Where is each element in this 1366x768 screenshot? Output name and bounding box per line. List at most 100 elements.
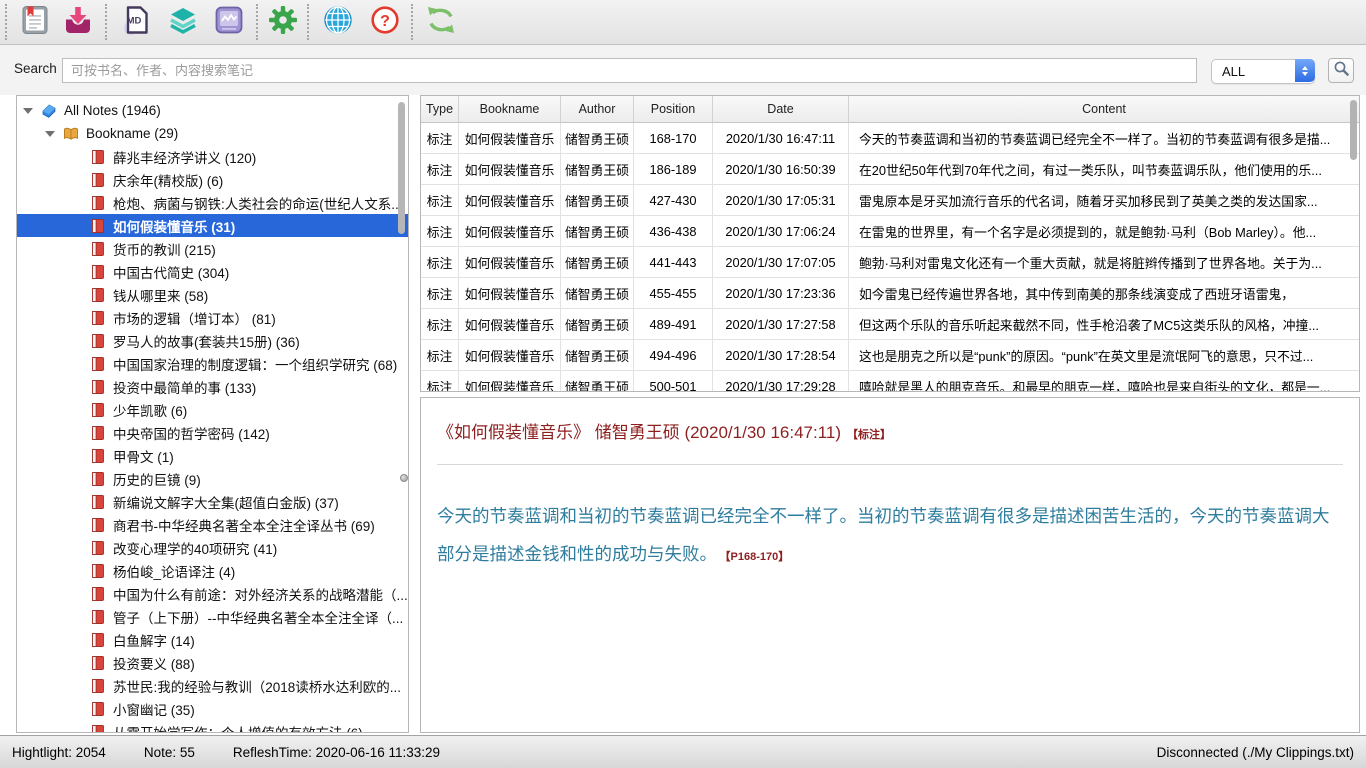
table-row[interactable]: 标注 如何假装懂音乐 储智勇王硕 186-189 2020/1/30 16:50…: [421, 154, 1359, 185]
table-row[interactable]: 标注 如何假装懂音乐 储智勇王硕 455-455 2020/1/30 17:23…: [421, 278, 1359, 309]
book-label: 管子（上下册）--中华经典名著全本全注全译（...: [113, 607, 403, 627]
table-row[interactable]: 标注 如何假装懂音乐 储智勇王硕 427-430 2020/1/30 17:05…: [421, 185, 1359, 216]
cell-author: 储智勇王硕: [561, 340, 634, 370]
sidebar-book-item[interactable]: 枪炮、病菌与钢铁:人类社会的命运(世纪人文系...: [17, 191, 408, 214]
table-row[interactable]: 标注 如何假装懂音乐 储智勇王硕 436-438 2020/1/30 17:06…: [421, 216, 1359, 247]
status-highlight-count: Hightlight: 2054: [12, 745, 106, 760]
sidebar-item-bookname-group[interactable]: Bookname (29): [17, 122, 408, 145]
cell-content: 这也是朋克之所以是“punk”的原因。“punk”在英文里是流氓阿飞的意思，只不…: [849, 340, 1359, 370]
import-button[interactable]: [61, 5, 95, 39]
note-body-text: 今天的节奏蓝调和当初的节奏蓝调已经完全不一样了。当初的节奏蓝调有很多是描述困苦生…: [437, 506, 1330, 564]
book-icon: [89, 609, 107, 625]
column-header-position[interactable]: Position: [634, 96, 713, 122]
notes-button[interactable]: [18, 5, 52, 39]
sidebar-book-item[interactable]: 苏世民:我的经验与教训（2018读桥水达利欧的...: [17, 674, 408, 697]
cell-author: 储智勇王硕: [561, 247, 634, 277]
sidebar-book-item[interactable]: 白鱼解字 (14): [17, 628, 408, 651]
table-row[interactable]: 标注 如何假装懂音乐 储智勇王硕 489-491 2020/1/30 17:27…: [421, 309, 1359, 340]
column-header-content[interactable]: Content: [849, 96, 1359, 122]
cell-content: 在雷鬼的世界里，有一个名字是必须提到的，就是鲍勃·马利（Bob Marley）。…: [849, 216, 1359, 246]
sidebar-book-item[interactable]: 改变心理学的40项研究 (41): [17, 536, 408, 559]
sidebar-book-item[interactable]: 如何假装懂音乐 (31): [17, 214, 408, 237]
settings-button[interactable]: [266, 5, 300, 39]
import-icon: [62, 4, 94, 41]
column-header-type[interactable]: Type: [421, 96, 459, 122]
sidebar-book-item[interactable]: 商君书-中华经典名著全本全注全译丛书 (69): [17, 513, 408, 536]
search-input[interactable]: [62, 58, 1197, 83]
column-header-date[interactable]: Date: [713, 96, 849, 122]
sidebar-book-item[interactable]: 历史的巨镜 (9): [17, 467, 408, 490]
sidebar-book-item[interactable]: 杨伯峻_论语译注 (4): [17, 559, 408, 582]
statistics-button[interactable]: [212, 5, 246, 39]
sidebar-book-item[interactable]: 钱从哪里来 (58): [17, 283, 408, 306]
cell-content: 在20世纪50年代到70年代之间，有过一类乐队，叫节奏蓝调乐队，他们使用的乐..…: [849, 154, 1359, 184]
note-detail-body: 今天的节奏蓝调和当初的节奏蓝调已经完全不一样了。当初的节奏蓝调有很多是描述困苦生…: [437, 497, 1343, 576]
book-icon: [89, 563, 107, 579]
sidebar-book-item[interactable]: 薛兆丰经济学讲义 (120): [17, 145, 408, 168]
toolbar: MD: [0, 0, 1366, 45]
sidebar-book-item[interactable]: 中国国家治理的制度逻辑：一个组织学研究 (68): [17, 352, 408, 375]
table-row[interactable]: 标注 如何假装懂音乐 储智勇王硕 168-170 2020/1/30 16:47…: [421, 123, 1359, 154]
book-label: 少年凯歌 (6): [113, 400, 187, 420]
disclosure-triangle-icon[interactable]: [23, 108, 33, 114]
sidebar-book-item[interactable]: 甲骨文 (1): [17, 444, 408, 467]
sidebar-book-item[interactable]: 中央帝国的哲学密码 (142): [17, 421, 408, 444]
book-label: 杨伯峻_论语译注 (4): [113, 561, 235, 581]
search-button[interactable]: [1328, 58, 1354, 83]
cell-position: 489-491: [634, 309, 713, 339]
main-area: All Notes (1946) Bookname (29) 薛兆丰经济学讲义 …: [0, 95, 1366, 733]
cell-author: 储智勇王硕: [561, 216, 634, 246]
sidebar-book-item[interactable]: 市场的逻辑（增订本） (81): [17, 306, 408, 329]
filter-dropdown[interactable]: ALL: [1211, 59, 1315, 84]
splitter-handle[interactable]: [400, 474, 408, 482]
cell-bookname: 如何假装懂音乐: [459, 371, 561, 392]
cell-position: 441-443: [634, 247, 713, 277]
cell-type: 标注: [421, 185, 459, 215]
layers-button[interactable]: [166, 5, 200, 39]
table-scrollbar-thumb[interactable]: [1350, 100, 1357, 160]
cell-content: 如今雷鬼已经传遍世界各地，其中传到南美的那条线演变成了西班牙语雷鬼，: [849, 278, 1359, 308]
sidebar-book-item[interactable]: 投资要义 (88): [17, 651, 408, 674]
book-icon: [89, 356, 107, 372]
book-label: 甲骨文 (1): [113, 446, 174, 466]
table-row[interactable]: 标注 如何假装懂音乐 储智勇王硕 494-496 2020/1/30 17:28…: [421, 340, 1359, 371]
sync-button[interactable]: [424, 5, 458, 39]
web-button[interactable]: [321, 5, 355, 39]
sidebar-scrollbar-thumb[interactable]: [398, 102, 405, 234]
sidebar-book-item[interactable]: 罗马人的故事(套装共15册) (36): [17, 329, 408, 352]
help-icon: ?: [369, 4, 401, 41]
book-label: 白鱼解字 (14): [113, 630, 195, 650]
table-row[interactable]: 标注 如何假装懂音乐 储智勇王硕 500-501 2020/1/30 17:29…: [421, 371, 1359, 392]
cell-bookname: 如何假装懂音乐: [459, 123, 561, 153]
note-title-text: 《如何假装懂音乐》 储智勇王硕 (2020/1/30 16:47:11): [437, 423, 841, 442]
book-label: 中央帝国的哲学密码 (142): [113, 423, 270, 443]
sidebar-item-all-notes[interactable]: All Notes (1946): [17, 99, 408, 122]
sidebar-book-item[interactable]: 新编说文解字大全集(超值白金版) (37): [17, 490, 408, 513]
column-header-author[interactable]: Author: [561, 96, 634, 122]
cell-type: 标注: [421, 278, 459, 308]
cell-date: 2020/1/30 17:28:54: [713, 340, 849, 370]
book-icon: [89, 264, 107, 280]
filter-dropdown-value: ALL: [1222, 64, 1245, 79]
disclosure-triangle-icon[interactable]: [45, 131, 55, 137]
sidebar-book-item[interactable]: 管子（上下册）--中华经典名著全本全注全译（...: [17, 605, 408, 628]
book-label: 庆余年(精校版) (6): [113, 170, 223, 190]
sidebar-book-item[interactable]: 少年凯歌 (6): [17, 398, 408, 421]
markdown-export-button[interactable]: MD: [120, 5, 154, 39]
table-row[interactable]: 标注 如何假装懂音乐 储智勇王硕 441-443 2020/1/30 17:07…: [421, 247, 1359, 278]
sidebar-book-item[interactable]: 庆余年(精校版) (6): [17, 168, 408, 191]
book-icon: [89, 701, 107, 717]
sidebar-book-item[interactable]: 中国古代简史 (304): [17, 260, 408, 283]
help-button[interactable]: ?: [368, 5, 402, 39]
cell-type: 标注: [421, 309, 459, 339]
book-label: 苏世民:我的经验与教训（2018读桥水达利欧的...: [113, 676, 401, 696]
book-label: 投资中最简单的事 (133): [113, 377, 256, 397]
column-header-bookname[interactable]: Bookname: [459, 96, 561, 122]
sidebar-book-item[interactable]: 从零开始学写作：个人增值的有效方法 (6): [17, 720, 408, 733]
sidebar-book-item[interactable]: 货币的教训 (215): [17, 237, 408, 260]
sidebar-book-item[interactable]: 小窗幽记 (35): [17, 697, 408, 720]
sidebar-book-item[interactable]: 投资中最简单的事 (133): [17, 375, 408, 398]
toolbar-separator: [5, 4, 7, 40]
cell-position: 168-170: [634, 123, 713, 153]
sidebar-book-item[interactable]: 中国为什么有前途：对外经济关系的战略潜能（...: [17, 582, 408, 605]
